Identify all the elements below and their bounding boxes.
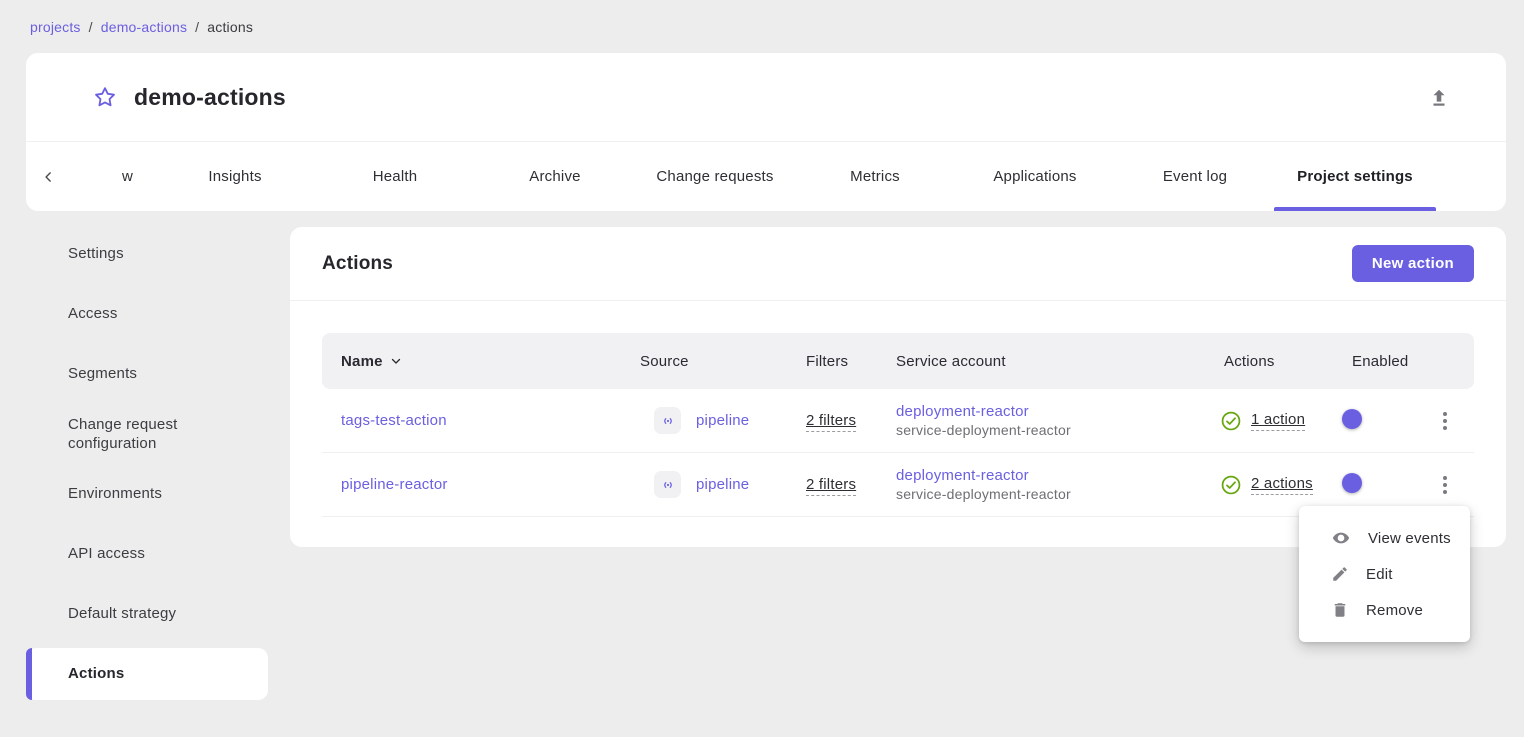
kebab-menu-icon[interactable] bbox=[1437, 470, 1453, 500]
row-menu-cell bbox=[1416, 406, 1474, 436]
menu-item-view-events[interactable]: View events bbox=[1299, 520, 1470, 556]
tabs-scroll-left-icon[interactable] bbox=[26, 142, 72, 211]
tab-metrics[interactable]: Metrics bbox=[795, 142, 955, 211]
menu-item-edit[interactable]: Edit bbox=[1299, 556, 1470, 592]
tab-overview-truncated[interactable]: w bbox=[72, 142, 155, 211]
export-icon[interactable] bbox=[1428, 87, 1450, 109]
tab-applications[interactable]: Applications bbox=[955, 142, 1115, 211]
eye-icon bbox=[1331, 528, 1351, 548]
sort-chevron-down-icon bbox=[390, 355, 402, 367]
actions-panel: Actions New action Name Source Filters S… bbox=[290, 227, 1506, 547]
settings-sidebar: Settings Access Segments Change request … bbox=[26, 224, 268, 704]
signal-source-icon bbox=[654, 471, 681, 498]
project-tabs: w Insights Health Archive Change request… bbox=[26, 141, 1506, 211]
sidebar-item-default-strategy[interactable]: Default strategy bbox=[26, 584, 268, 644]
enabled-cell bbox=[1316, 476, 1416, 493]
toggle-thumb bbox=[1342, 409, 1362, 429]
kebab-menu-icon[interactable] bbox=[1437, 406, 1453, 436]
panel-title: Actions bbox=[322, 253, 393, 275]
table-row: tags-test-action pipeline 2 filters depl… bbox=[322, 389, 1474, 453]
check-circle-icon bbox=[1220, 410, 1242, 432]
sidebar-item-actions[interactable]: Actions bbox=[26, 648, 268, 700]
breadcrumb: projects / demo-actions / actions bbox=[30, 19, 253, 35]
check-circle-icon bbox=[1220, 474, 1242, 496]
source-cell: pipeline bbox=[640, 471, 786, 498]
filters-cell: 2 filters bbox=[786, 412, 876, 429]
sidebar-item-api-access[interactable]: API access bbox=[26, 524, 268, 584]
tab-archive[interactable]: Archive bbox=[475, 142, 635, 211]
table-header-row: Name Source Filters Service account Acti… bbox=[322, 333, 1474, 389]
actions-count-tooltip[interactable]: 1 action bbox=[1251, 411, 1305, 431]
sidebar-item-environments[interactable]: Environments bbox=[26, 464, 268, 524]
column-header-source: Source bbox=[640, 353, 786, 370]
active-tab-indicator bbox=[1274, 207, 1436, 211]
service-account-cell: deployment-reactor service-deployment-re… bbox=[876, 467, 1196, 502]
service-account-cell: deployment-reactor service-deployment-re… bbox=[876, 403, 1196, 438]
enabled-cell bbox=[1316, 412, 1416, 429]
signal-source-icon bbox=[654, 407, 681, 434]
action-name-link[interactable]: pipeline-reactor bbox=[341, 476, 448, 493]
menu-item-label: Remove bbox=[1366, 602, 1423, 619]
service-account-link[interactable]: deployment-reactor bbox=[896, 403, 1196, 420]
service-account-subtext: service-deployment-reactor bbox=[896, 422, 1196, 438]
breadcrumb-separator: / bbox=[89, 19, 93, 35]
actions-count-cell: 1 action bbox=[1196, 410, 1316, 432]
breadcrumb-project[interactable]: demo-actions bbox=[101, 19, 187, 35]
toggle-thumb bbox=[1342, 473, 1362, 493]
actions-panel-header: Actions New action bbox=[290, 227, 1506, 301]
filters-tooltip[interactable]: 2 filters bbox=[806, 476, 856, 496]
menu-item-label: Edit bbox=[1366, 566, 1393, 583]
sidebar-item-settings[interactable]: Settings bbox=[26, 224, 268, 284]
service-account-subtext: service-deployment-reactor bbox=[896, 486, 1196, 502]
tab-change-requests[interactable]: Change requests bbox=[635, 142, 795, 211]
column-header-service-account: Service account bbox=[876, 353, 1196, 370]
filters-cell: 2 filters bbox=[786, 476, 876, 493]
column-header-name[interactable]: Name bbox=[322, 353, 640, 370]
menu-item-remove[interactable]: Remove bbox=[1299, 592, 1470, 628]
favorite-star-icon[interactable] bbox=[92, 84, 118, 110]
trash-icon bbox=[1331, 601, 1349, 619]
project-header: demo-actions bbox=[26, 53, 1506, 141]
action-name-link[interactable]: tags-test-action bbox=[341, 412, 447, 429]
service-account-link[interactable]: deployment-reactor bbox=[896, 467, 1196, 484]
tab-event-log[interactable]: Event log bbox=[1115, 142, 1275, 211]
column-header-filters: Filters bbox=[786, 353, 876, 370]
breadcrumb-separator: / bbox=[195, 19, 199, 35]
actions-count-tooltip[interactable]: 2 actions bbox=[1251, 475, 1313, 495]
tab-project-settings[interactable]: Project settings bbox=[1275, 142, 1435, 211]
menu-item-label: View events bbox=[1368, 530, 1451, 547]
tab-insights[interactable]: Insights bbox=[155, 142, 315, 211]
breadcrumb-current: actions bbox=[207, 19, 253, 35]
column-header-actions: Actions bbox=[1196, 353, 1316, 370]
actions-table: Name Source Filters Service account Acti… bbox=[290, 301, 1506, 517]
actions-count-cell: 2 actions bbox=[1196, 474, 1316, 496]
breadcrumb-projects[interactable]: projects bbox=[30, 19, 81, 35]
action-name-cell: tags-test-action bbox=[322, 412, 640, 429]
row-menu-cell bbox=[1416, 470, 1474, 500]
source-cell: pipeline bbox=[640, 407, 786, 434]
sidebar-item-segments[interactable]: Segments bbox=[26, 344, 268, 404]
row-context-menu: View events Edit Remove bbox=[1299, 506, 1470, 642]
action-name-cell: pipeline-reactor bbox=[322, 476, 640, 493]
column-header-enabled: Enabled bbox=[1316, 353, 1416, 370]
page-title: demo-actions bbox=[134, 84, 286, 111]
sidebar-item-change-request-configuration[interactable]: Change request configuration bbox=[26, 404, 268, 464]
project-header-card: demo-actions w Insights Health Archive C… bbox=[26, 53, 1506, 211]
filters-tooltip[interactable]: 2 filters bbox=[806, 412, 856, 432]
new-action-button[interactable]: New action bbox=[1352, 245, 1474, 282]
source-link[interactable]: pipeline bbox=[696, 476, 749, 493]
tab-health[interactable]: Health bbox=[315, 142, 475, 211]
sidebar-item-access[interactable]: Access bbox=[26, 284, 268, 344]
pencil-icon bbox=[1331, 565, 1349, 583]
source-link[interactable]: pipeline bbox=[696, 412, 749, 429]
